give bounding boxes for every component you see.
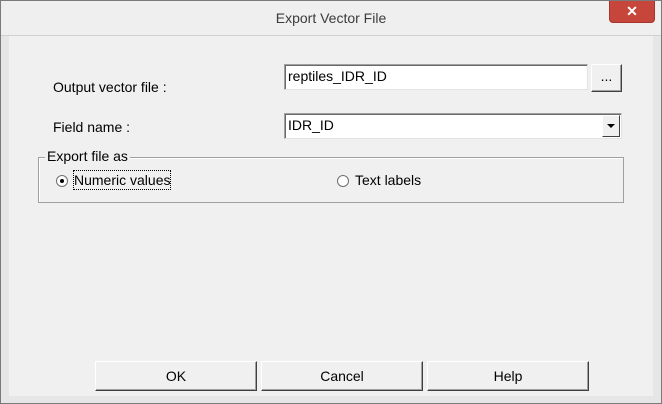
cancel-label: Cancel xyxy=(320,368,364,384)
cancel-button[interactable]: Cancel xyxy=(261,361,423,391)
ok-button[interactable]: OK xyxy=(95,361,257,391)
ok-label: OK xyxy=(165,368,187,384)
output-vector-file-input[interactable]: reptiles_IDR_ID xyxy=(284,64,588,90)
title-bar[interactable]: Export Vector File ✕ xyxy=(1,1,661,36)
export-file-as-label: Export file as xyxy=(45,148,130,164)
field-name-label: Field name : xyxy=(53,119,131,135)
field-name-dropdown[interactable]: IDR_ID xyxy=(284,113,622,139)
window-title: Export Vector File xyxy=(275,10,387,26)
chevron-down-icon[interactable] xyxy=(602,115,620,137)
radio-numeric-values[interactable] xyxy=(56,175,68,187)
export-vector-file-dialog: Export Vector File ✕ Output vector file … xyxy=(0,0,662,404)
field-name-value: IDR_ID xyxy=(288,117,334,133)
help-button[interactable]: Help xyxy=(427,361,589,391)
dialog-body: Output vector file : reptiles_IDR_ID ...… xyxy=(9,36,653,396)
close-button[interactable]: ✕ xyxy=(609,1,655,23)
help-label: Help xyxy=(493,368,523,384)
close-icon: ✕ xyxy=(626,3,638,19)
numeric-values-label[interactable]: Numeric values xyxy=(72,170,172,190)
output-vector-file-label: Output vector file : xyxy=(53,79,167,95)
export-file-as-group: Export file as Numeric values Text label… xyxy=(38,148,624,203)
radio-text-labels[interactable] xyxy=(337,175,349,187)
radio-selected-dot xyxy=(60,179,64,183)
browse-button[interactable]: ... xyxy=(591,64,622,92)
text-labels-label[interactable]: Text labels xyxy=(355,171,421,189)
